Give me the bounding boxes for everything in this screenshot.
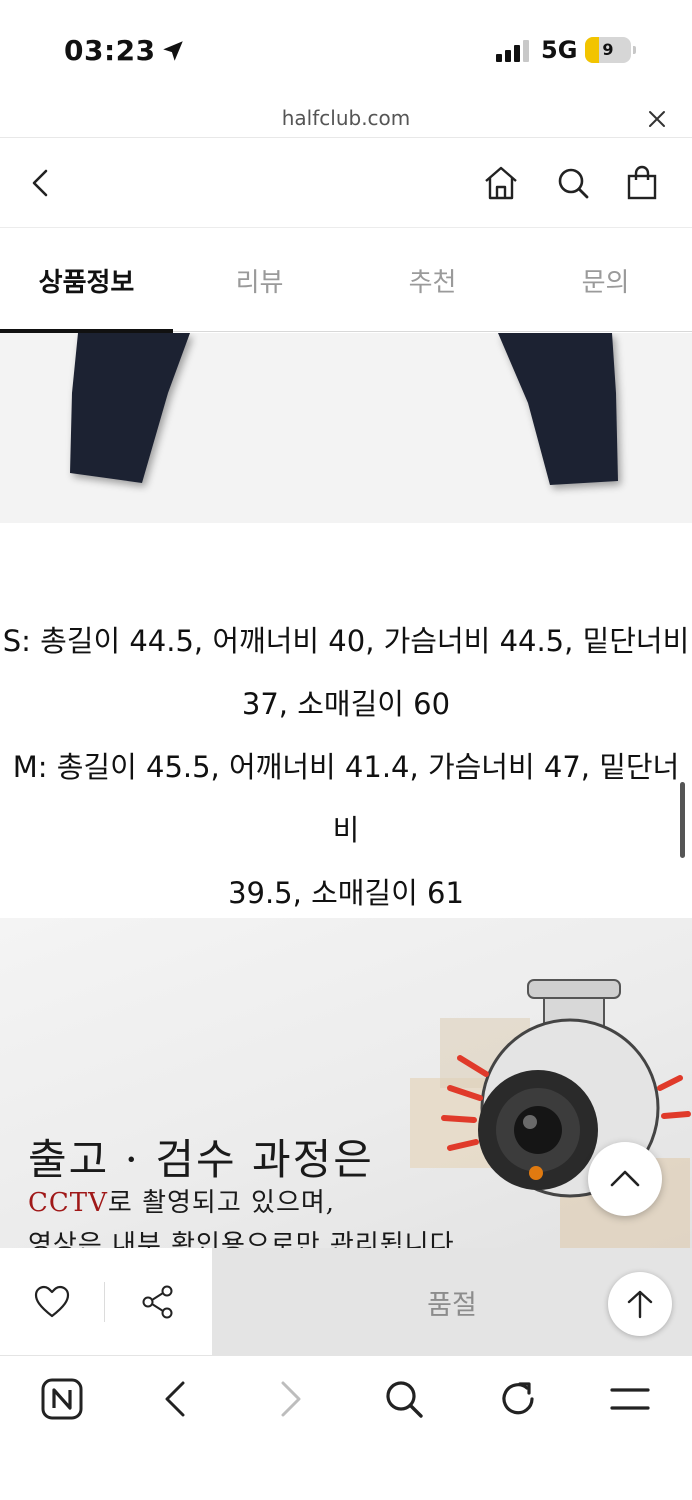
- browser-search-icon[interactable]: [382, 1377, 426, 1421]
- tab-inquiry[interactable]: 문의: [519, 228, 692, 332]
- share-icon[interactable]: [140, 1284, 176, 1320]
- product-tabs: 상품정보 리뷰 추천 문의: [0, 228, 692, 333]
- status-bar: 03:23 5G 9: [0, 0, 692, 100]
- banner-cctv-word: CCTV: [28, 1188, 108, 1218]
- arrow-up-icon: [627, 1290, 653, 1319]
- product-image: [0, 333, 692, 523]
- banner-line3: 영상은 내부 확인용으로만 관리됩니다: [28, 1230, 455, 1248]
- tab-product-info[interactable]: 상품정보: [0, 228, 173, 333]
- location-arrow-icon: [163, 41, 183, 61]
- network-type: 5G: [541, 36, 578, 64]
- scrollbar[interactable]: [680, 782, 685, 858]
- battery-level: 9: [602, 40, 614, 59]
- purchase-action-bar: 품절: [0, 1248, 692, 1356]
- tab-recommend[interactable]: 추천: [346, 228, 519, 332]
- naver-home-icon[interactable]: [40, 1377, 84, 1421]
- url-text[interactable]: halfclub.com: [0, 106, 692, 130]
- search-icon[interactable]: [555, 165, 591, 201]
- back-arrow-icon[interactable]: [22, 165, 58, 201]
- browser-back-icon[interactable]: [154, 1377, 198, 1421]
- browser-toolbar: [0, 1357, 692, 1500]
- heart-icon[interactable]: [33, 1284, 71, 1320]
- url-bar[interactable]: halfclub.com: [0, 100, 692, 138]
- tab-reviews[interactable]: 리뷰: [173, 228, 346, 332]
- banner-title: 출고 · 검수 과정은: [28, 1135, 374, 1184]
- scroll-top-button[interactable]: [608, 1272, 672, 1336]
- app-header: [0, 138, 692, 228]
- banner-subtitle: CCTV로 촬영되고 있으며,: [28, 1182, 335, 1219]
- cctv-notice-banner: 출고 · 검수 과정은 CCTV로 촬영되고 있으며, 영상은 내부 확인용으로…: [0, 918, 692, 1248]
- chevron-up-icon: [610, 1170, 640, 1187]
- clock: 03:23: [64, 34, 156, 67]
- cellular-signal-icon: [496, 40, 529, 62]
- size-s-line-cont: 37, 소매길이 60: [241, 687, 451, 721]
- collapse-button[interactable]: [588, 1142, 662, 1216]
- battery-icon: 9: [585, 37, 636, 63]
- size-s-line: S: 총길이 44.5, 어깨너비 40, 가슴너비 44.5, 밑단너비: [2, 624, 690, 658]
- shopping-bag-icon[interactable]: [624, 165, 660, 201]
- close-icon[interactable]: [646, 108, 668, 130]
- home-icon[interactable]: [483, 165, 519, 201]
- browser-forward-icon[interactable]: [268, 1377, 312, 1421]
- menu-icon[interactable]: [608, 1377, 652, 1421]
- product-photo-sleeves: [70, 333, 618, 485]
- size-m-line-cont: 39.5, 소매길이 61: [228, 876, 464, 910]
- banner-subtitle-rest: 로 촬영되고 있으며,: [107, 1188, 336, 1218]
- divider: [104, 1282, 105, 1322]
- size-info: S: 총길이 44.5, 어깨너비 40, 가슴너비 44.5, 밑단너비 37…: [0, 610, 692, 925]
- refresh-icon[interactable]: [496, 1377, 540, 1421]
- size-m-line: M: 총길이 45.5, 어깨너비 41.4, 가슴너비 47, 밑단너비: [12, 750, 680, 847]
